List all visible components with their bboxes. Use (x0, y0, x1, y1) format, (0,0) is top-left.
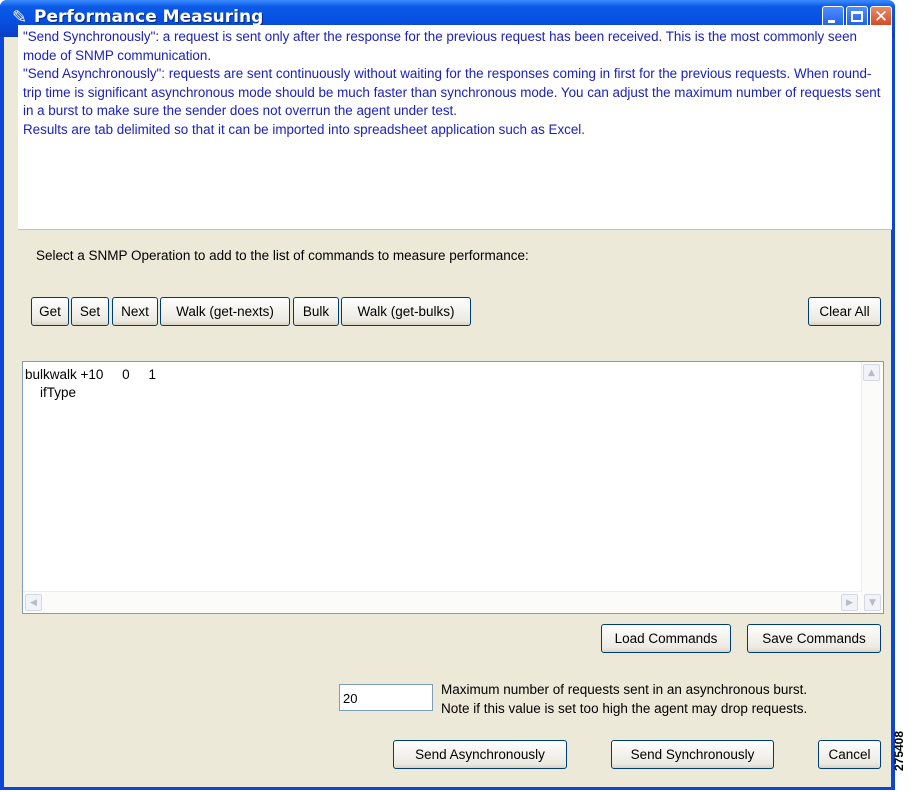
commands-textarea[interactable]: bulkwalk +10 0 1 ifType ▲ ◀ ▶ ▼ (22, 361, 884, 614)
maximize-icon (851, 11, 863, 22)
load-commands-button[interactable]: Load Commands (601, 624, 731, 653)
walk-get-nexts-button[interactable]: Walk (get-nexts) (160, 297, 290, 326)
horizontal-scrollbar[interactable]: ◀ ▶ (23, 591, 862, 613)
operation-prompt-label: Select a SNMP Operation to add to the li… (36, 248, 529, 263)
vertical-scrollbar[interactable]: ▲ (861, 362, 883, 592)
burst-note-line1: Maximum number of requests sent in an as… (441, 682, 808, 697)
walk-get-bulks-button[interactable]: Walk (get-bulks) (341, 297, 471, 326)
send-synchronously-button[interactable]: Send Synchronously (611, 740, 774, 769)
burst-note-line2: Note if this value is set too high the a… (441, 701, 808, 716)
figure-code: 275408 (892, 724, 918, 784)
send-asynchronously-button[interactable]: Send Asynchronously (393, 740, 567, 769)
scroll-left-icon[interactable]: ◀ (25, 594, 42, 611)
info-sync-text: "Send Synchronously": a request is sent … (23, 29, 857, 63)
cancel-button[interactable]: Cancel (818, 740, 881, 769)
scroll-down-icon[interactable]: ▼ (864, 594, 881, 611)
scrollbar-corner: ▼ (862, 592, 883, 613)
info-panel: "Send Synchronously": a request is sent … (18, 25, 892, 230)
max-burst-input[interactable]: 20 (339, 684, 433, 711)
bulk-button[interactable]: Bulk (293, 297, 339, 326)
figure-code-text: 275408 (892, 730, 907, 772)
commands-text: bulkwalk +10 0 1 ifType (25, 367, 156, 400)
minimize-icon (828, 20, 835, 23)
info-results-text: Results are tab delimited so that it can… (23, 121, 585, 137)
info-async-text: "Send Asynchronously": requests are sent… (23, 66, 881, 118)
close-icon: ✕ (873, 7, 889, 27)
get-button[interactable]: Get (31, 297, 69, 326)
next-button[interactable]: Next (112, 297, 158, 326)
window-title: Performance Measuring (34, 7, 264, 27)
set-button[interactable]: Set (71, 297, 109, 326)
burst-note: Maximum number of requests sent in an as… (441, 680, 807, 718)
scroll-up-icon[interactable]: ▲ (863, 364, 880, 381)
clear-all-button[interactable]: Clear All (808, 297, 881, 326)
save-commands-button[interactable]: Save Commands (747, 624, 881, 653)
scroll-right-icon[interactable]: ▶ (841, 594, 858, 611)
